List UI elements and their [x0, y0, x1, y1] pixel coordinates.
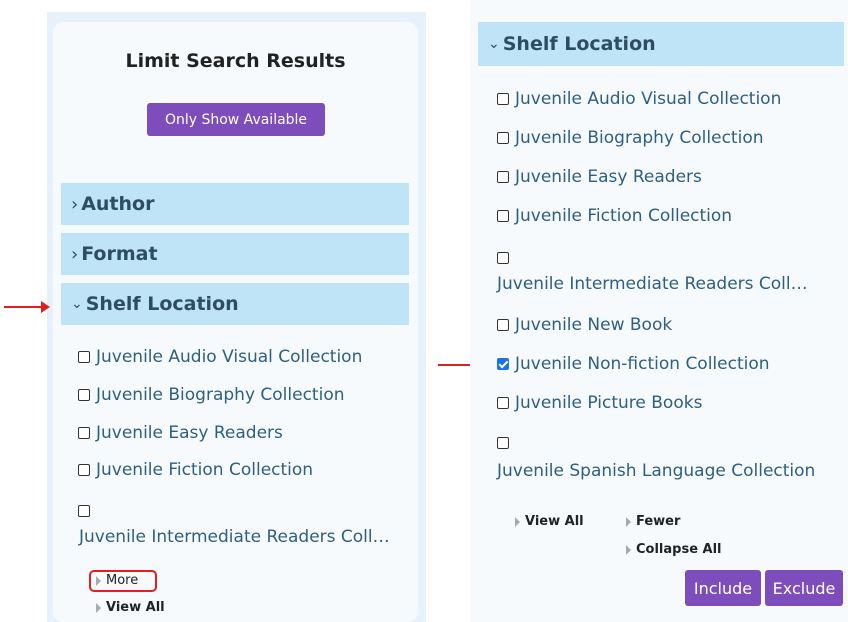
triangle-right-icon [515, 516, 520, 527]
right-facet-shelf-location-label: Shelf Location [502, 33, 656, 55]
checkbox[interactable] [78, 351, 90, 363]
facet-format-header[interactable]: › Format [61, 233, 409, 275]
only-show-available-button[interactable]: Only Show Available [147, 103, 325, 136]
checkbox[interactable] [497, 171, 509, 183]
checkbox[interactable] [497, 93, 509, 105]
option-label: Juvenile Audio Visual Collection [96, 347, 363, 367]
checkbox[interactable] [78, 505, 90, 517]
right-option-spanish-checkbox-row[interactable] [497, 434, 515, 453]
right-view-all-link[interactable]: View All [515, 514, 584, 529]
more-link[interactable]: More [96, 573, 138, 588]
triangle-right-icon [96, 575, 101, 586]
checkbox[interactable] [497, 437, 509, 449]
option-label: Juvenile Audio Visual Collection [515, 89, 782, 109]
option-label: Juvenile Biography Collection [515, 128, 764, 148]
left-option-intermediate-checkbox-row[interactable] [78, 502, 96, 521]
checkbox[interactable] [78, 389, 90, 401]
more-label: More [106, 573, 139, 588]
right-facet-shelf-location-header[interactable]: ⌄ Shelf Location [478, 22, 844, 66]
view-all-label: View All [525, 514, 584, 529]
triangle-right-icon [96, 602, 101, 613]
include-button[interactable]: Include [685, 570, 761, 606]
right-option-easy-readers[interactable]: Juvenile Easy Readers [497, 167, 702, 187]
right-option-intermediate-label[interactable]: Juvenile Intermediate Readers Coll… [497, 274, 808, 294]
triangle-right-icon [626, 516, 631, 527]
right-option-audio-visual[interactable]: Juvenile Audio Visual Collection [497, 89, 781, 109]
right-option-biography[interactable]: Juvenile Biography Collection [497, 128, 764, 148]
facet-shelf-location-header[interactable]: ⌄ Shelf Location [61, 283, 409, 325]
left-view-all-link[interactable]: View All [96, 600, 165, 615]
facet-author-label: Author [81, 193, 155, 215]
option-label: Juvenile Picture Books [515, 393, 703, 413]
left-option-audio-visual[interactable]: Juvenile Audio Visual Collection [78, 347, 362, 367]
option-label: Juvenile Easy Readers [96, 423, 283, 443]
chevron-down-icon: ⌄ [488, 36, 500, 52]
left-option-biography[interactable]: Juvenile Biography Collection [78, 385, 345, 405]
option-label: Juvenile Fiction Collection [515, 206, 733, 226]
left-option-fiction[interactable]: Juvenile Fiction Collection [78, 460, 313, 480]
triangle-right-icon [626, 544, 631, 555]
exclude-button[interactable]: Exclude [765, 570, 843, 606]
checkbox[interactable] [497, 132, 509, 144]
facet-shelf-location-label: Shelf Location [85, 293, 239, 315]
right-option-picture-books[interactable]: Juvenile Picture Books [497, 393, 702, 413]
view-all-label: View All [106, 600, 165, 615]
right-option-spanish-label[interactable]: Juvenile Spanish Language Collection [497, 461, 815, 481]
left-option-easy-readers[interactable]: Juvenile Easy Readers [78, 423, 283, 443]
limit-search-title: Limit Search Results [125, 50, 346, 72]
annotation-arrow-shelf-location [4, 301, 50, 313]
collapse-all-link[interactable]: Collapse All [626, 542, 722, 557]
facet-author-header[interactable]: › Author [61, 183, 409, 225]
option-label: Juvenile Easy Readers [515, 167, 702, 187]
collapse-all-label: Collapse All [636, 542, 722, 557]
left-option-intermediate-label[interactable]: Juvenile Intermediate Readers Coll… [79, 527, 390, 547]
right-option-intermediate-checkbox-row[interactable] [497, 249, 515, 268]
right-option-non-fiction[interactable]: Juvenile Non-fiction Collection [497, 354, 770, 374]
chevron-down-icon: ⌄ [71, 296, 83, 312]
checkbox[interactable] [78, 464, 90, 476]
option-label: Juvenile Non-fiction Collection [515, 354, 770, 374]
chevron-right-icon: › [71, 193, 79, 215]
checkbox-checked[interactable] [497, 358, 509, 370]
checkbox[interactable] [497, 252, 509, 264]
option-label: Juvenile Biography Collection [96, 385, 345, 405]
checkbox[interactable] [497, 210, 509, 222]
facet-format-label: Format [81, 243, 158, 265]
option-label: Juvenile Fiction Collection [96, 460, 314, 480]
checkbox[interactable] [78, 427, 90, 439]
fewer-link[interactable]: Fewer [626, 514, 680, 529]
checkbox[interactable] [497, 397, 509, 409]
right-option-fiction[interactable]: Juvenile Fiction Collection [497, 206, 732, 226]
chevron-right-icon: › [71, 243, 79, 265]
right-option-new-book[interactable]: Juvenile New Book [497, 315, 672, 335]
checkbox[interactable] [497, 319, 509, 331]
fewer-label: Fewer [636, 514, 681, 529]
option-label: Juvenile New Book [515, 315, 673, 335]
